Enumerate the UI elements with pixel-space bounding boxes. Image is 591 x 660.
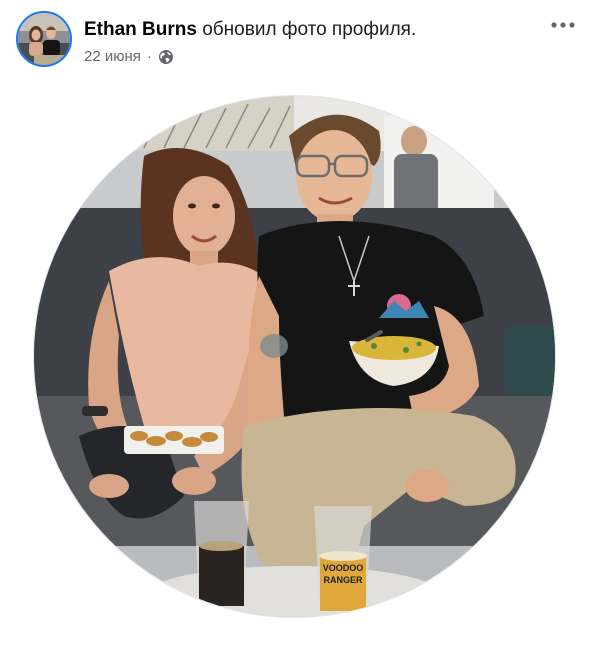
globe-icon[interactable] bbox=[158, 49, 174, 65]
more-horizontal-icon bbox=[551, 22, 575, 28]
post-date-link[interactable]: 22 июня bbox=[84, 47, 141, 67]
author-line: Ethan Burns обновил фото профиля. bbox=[84, 17, 416, 43]
more-options-button[interactable] bbox=[544, 10, 582, 40]
feed-post: Ethan Burns обновил фото профиля. 22 июн… bbox=[0, 0, 591, 660]
glass-label-ranger: RANGER bbox=[323, 575, 363, 585]
avatar-image bbox=[18, 13, 70, 65]
profile-photo-image: VOODOO RANGER bbox=[34, 96, 555, 617]
glass-label-voodoo: VOODOO bbox=[323, 563, 364, 573]
post-meta: 22 июня · bbox=[84, 47, 174, 67]
meta-separator: · bbox=[146, 48, 152, 65]
author-name-link[interactable]: Ethan Burns bbox=[84, 19, 197, 40]
post-header: Ethan Burns обновил фото профиля. 22 июн… bbox=[0, 0, 591, 80]
post-action-text: обновил фото профиля. bbox=[202, 19, 417, 40]
profile-photo[interactable]: VOODOO RANGER bbox=[33, 95, 556, 618]
author-avatar[interactable] bbox=[16, 11, 72, 67]
